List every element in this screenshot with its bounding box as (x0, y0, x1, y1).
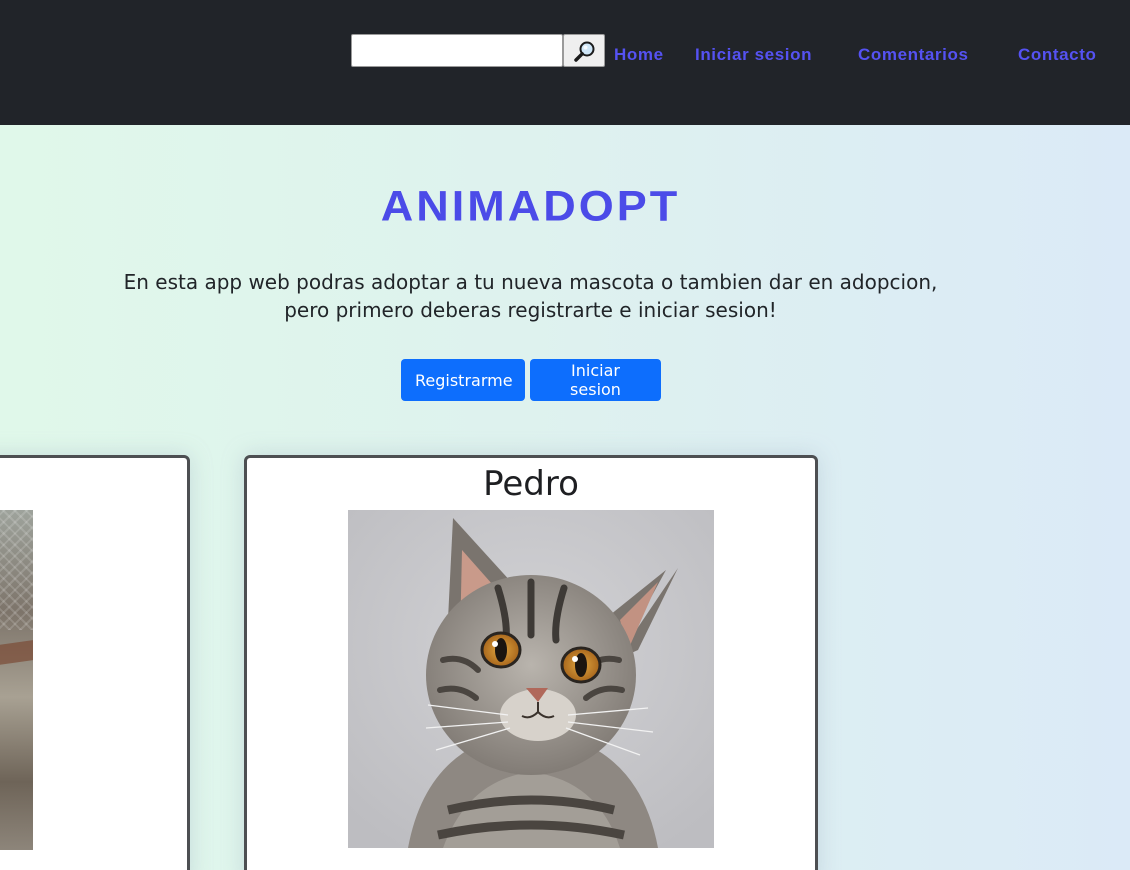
search-button[interactable] (563, 34, 605, 67)
fence-texture (0, 510, 33, 630)
nav-link-home[interactable]: Home (614, 45, 664, 65)
pet-card[interactable]: Pedro (244, 455, 818, 870)
nav-link-contact[interactable]: Contacto (1018, 45, 1096, 65)
register-button[interactable]: Registrarme (401, 359, 525, 401)
rust-bar (0, 640, 33, 670)
pet-card-partial[interactable] (0, 455, 190, 870)
pet-photo (348, 510, 714, 848)
tabby-kitten-image (348, 510, 714, 848)
pet-name: Pedro (483, 464, 579, 504)
intro-line-2: pero primero deberas registrarte e inici… (284, 298, 777, 322)
nav-link-login[interactable]: Iniciar sesion (695, 45, 812, 65)
top-navbar: Home Iniciar sesion Comentarios Contacto (0, 0, 1130, 125)
search-input[interactable] (351, 34, 563, 67)
magnifier-icon (574, 41, 595, 62)
nav-link-comments[interactable]: Comentarios (858, 45, 969, 65)
intro-text: En esta app web podras adoptar a tu nuev… (0, 268, 1061, 324)
login-button[interactable]: Iniciar sesion (530, 359, 661, 401)
pet-photo-partial (0, 510, 33, 850)
brand-title: ANIMADOPT (380, 181, 681, 230)
intro-line-1: En esta app web podras adoptar a tu nuev… (123, 270, 938, 294)
